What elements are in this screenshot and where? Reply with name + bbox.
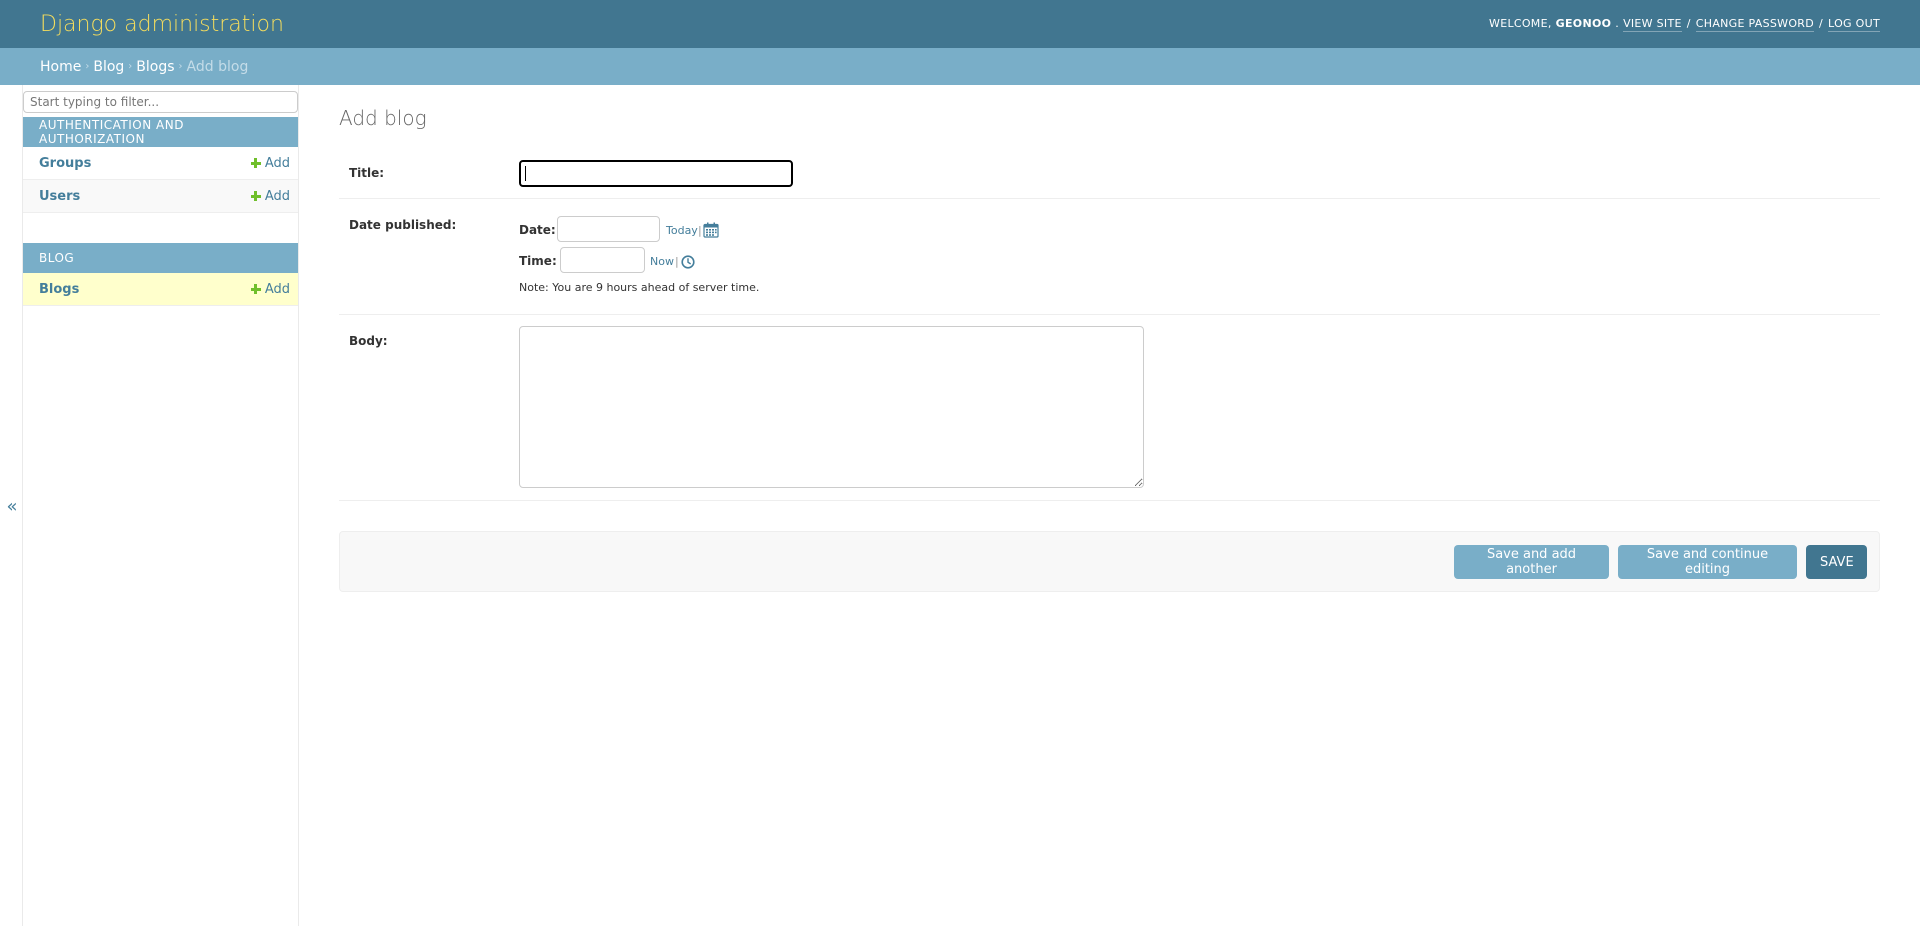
date-published-label: Date published: <box>349 218 457 232</box>
now-link[interactable]: Now <box>650 255 674 268</box>
separator: | <box>698 224 702 237</box>
sidebar-item-blogs: Blogs Add <box>23 273 298 306</box>
body-textarea[interactable] <box>519 326 1144 488</box>
breadcrumb-home[interactable]: Home <box>40 59 81 75</box>
sidebar-filter-input[interactable] <box>23 91 298 113</box>
username: GEONOO <box>1555 17 1612 31</box>
module-title: BLOG <box>39 251 75 265</box>
body-label: Body: <box>349 334 388 348</box>
breadcrumb-blogs[interactable]: Blogs <box>136 59 174 75</box>
date-field[interactable] <box>557 216 660 242</box>
collapse-sidebar-icon[interactable]: « <box>4 494 20 520</box>
breadcrumb-current: Add blog <box>186 58 249 75</box>
breadcrumb-separator: › <box>128 61 133 72</box>
calendar-icon[interactable] <box>703 222 719 238</box>
sidebar-item-groups: Groups Add <box>23 147 298 180</box>
main-content: Add blog Title: Date published: Date: To… <box>339 85 1880 926</box>
separator: / <box>1819 17 1824 31</box>
title-label: Title: <box>349 166 385 180</box>
sidebar-item-label[interactable]: Groups <box>39 156 91 171</box>
separator: / <box>1686 17 1691 31</box>
title-field[interactable] <box>519 160 793 187</box>
site-header: Django administration WELCOME, GEONOO. V… <box>0 0 1920 48</box>
welcome-text: WELCOME, <box>1489 17 1552 31</box>
sidebar-item-users: Users Add <box>23 180 298 213</box>
save-and-add-another-button[interactable]: Save and add another <box>1454 545 1609 579</box>
site-branding[interactable]: Django administration <box>40 12 284 37</box>
submit-row: Save and add another Save and continue e… <box>339 531 1880 592</box>
add-blogs-link[interactable]: Add <box>250 281 290 297</box>
plus-icon <box>250 158 261 168</box>
breadcrumb-separator: › <box>178 61 183 72</box>
date-label: Date: <box>519 223 556 237</box>
separator: | <box>675 255 679 268</box>
clock-icon[interactable] <box>681 255 695 269</box>
breadcrumb-separator: › <box>85 61 90 72</box>
save-button[interactable]: SAVE <box>1806 545 1867 579</box>
timezone-note: Note: You are 9 hours ahead of server ti… <box>519 281 760 294</box>
sidebar-item-label[interactable]: Users <box>39 189 80 204</box>
change-password-link[interactable]: CHANGE PASSWORD <box>1695 16 1815 33</box>
save-and-continue-button[interactable]: Save and continue editing <box>1618 545 1797 579</box>
text-caret <box>525 166 526 181</box>
log-out-link[interactable]: LOG OUT <box>1828 16 1880 33</box>
view-site-link[interactable]: VIEW SITE <box>1623 16 1682 33</box>
breadcrumb: Home › Blog › Blogs › Add blog <box>0 48 1920 85</box>
today-link[interactable]: Today <box>666 224 698 237</box>
nav-sidebar: AUTHENTICATION AND AUTHORIZATION Groups … <box>22 85 299 926</box>
add-users-link[interactable]: Add <box>250 188 290 204</box>
module-header-blog[interactable]: BLOG <box>23 243 298 273</box>
plus-icon <box>250 284 261 294</box>
breadcrumb-blog[interactable]: Blog <box>93 59 124 75</box>
add-label: Add <box>264 188 290 204</box>
add-groups-link[interactable]: Add <box>250 155 290 171</box>
sidebar-item-label[interactable]: Blogs <box>39 282 79 297</box>
module-header-auth[interactable]: AUTHENTICATION AND AUTHORIZATION <box>23 117 298 147</box>
plus-icon <box>250 191 261 201</box>
add-label: Add <box>264 281 290 297</box>
module-title: AUTHENTICATION AND AUTHORIZATION <box>39 118 184 146</box>
time-label: Time: <box>519 254 557 268</box>
add-label: Add <box>264 155 290 171</box>
user-tools: WELCOME, GEONOO. VIEW SITE / CHANGE PASS… <box>1489 16 1880 33</box>
time-field[interactable] <box>560 247 645 273</box>
page-title: Add blog <box>339 106 427 130</box>
